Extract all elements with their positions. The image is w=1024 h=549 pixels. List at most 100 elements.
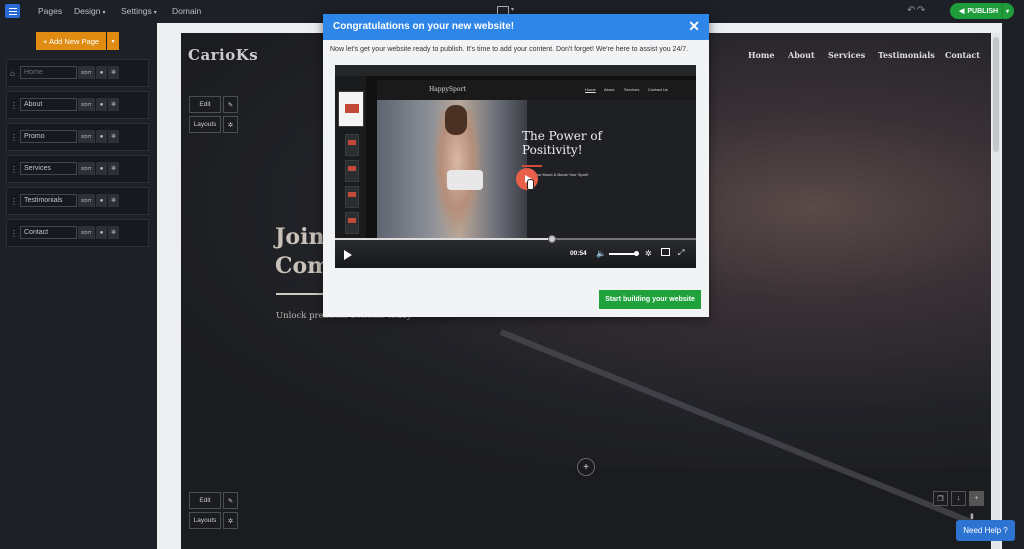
- video-site-preview: HappySport Home About Services Contact U…: [377, 80, 696, 238]
- nav-design-label: Design: [74, 6, 101, 16]
- modal-body-text: Now let's get your website ready to publ…: [330, 46, 689, 53]
- undo-icon[interactable]: ↶: [907, 5, 915, 16]
- site-nav-services[interactable]: Services: [828, 50, 865, 60]
- page-edit-button[interactable]: EDIT: [78, 162, 95, 175]
- nav-pages[interactable]: Pages: [38, 6, 62, 16]
- welcome-modal: Congratulations on your new website! ✕ N…: [323, 14, 709, 317]
- drag-handle-icon[interactable]: ⋮: [10, 101, 18, 110]
- settings-icon[interactable]: ✲: [645, 249, 652, 258]
- page-edit-button[interactable]: EDIT: [78, 226, 95, 239]
- add-new-page-button[interactable]: + Add New Page: [36, 32, 106, 50]
- site-nav-about[interactable]: About: [788, 50, 815, 60]
- redo-icon[interactable]: ↷: [917, 5, 925, 16]
- gear-icon[interactable]: ✲: [108, 66, 119, 79]
- palette-icon[interactable]: ●: [96, 162, 107, 175]
- page-row-services: ⋮ Services EDIT ● ✲: [6, 155, 149, 183]
- need-help-button[interactable]: Need Help ?: [956, 520, 1015, 541]
- section-layouts-button[interactable]: Layouts: [189, 116, 221, 133]
- hero-title-line1[interactable]: Join: [275, 224, 324, 250]
- chevron-down-icon[interactable]: ▾: [1002, 3, 1012, 19]
- fullscreen-icon[interactable]: ⤢: [678, 248, 684, 258]
- video-headline-line1: The Power of: [522, 129, 603, 143]
- video-progress-fill: [335, 238, 552, 240]
- palette-icon[interactable]: ●: [96, 194, 107, 207]
- close-icon[interactable]: ✕: [688, 18, 700, 35]
- gear-icon[interactable]: ✲: [108, 226, 119, 239]
- page-name-input[interactable]: About: [20, 98, 77, 111]
- add-new-page-label: + Add New Page: [42, 36, 100, 46]
- nav-design[interactable]: Design ▾: [74, 6, 105, 16]
- palette-icon[interactable]: ●: [96, 130, 107, 143]
- palette-icon[interactable]: ●: [96, 66, 107, 79]
- gear-icon[interactable]: ✲: [223, 116, 238, 133]
- video-progress-bar[interactable]: [335, 235, 696, 243]
- page-name-input[interactable]: Promo: [20, 130, 77, 143]
- site-nav-home[interactable]: Home: [748, 50, 774, 60]
- page-row-home: ⌂ Home EDIT ● ✲: [6, 59, 149, 87]
- gear-icon[interactable]: ✲: [108, 130, 119, 143]
- menu-icon[interactable]: [5, 4, 20, 18]
- page-name-input[interactable]: Services: [20, 162, 77, 175]
- nav-settings[interactable]: Settings ▾: [121, 6, 157, 16]
- hand-cursor-icon: [527, 179, 534, 190]
- drag-handle-icon[interactable]: ⋮: [10, 197, 18, 206]
- publish-label: PUBLISH: [967, 7, 999, 15]
- gear-icon[interactable]: ✲: [223, 512, 238, 529]
- tutorial-video-player[interactable]: HappySport Home About Services Contact U…: [335, 65, 696, 268]
- page-edit-button[interactable]: EDIT: [78, 98, 95, 111]
- pencil-icon[interactable]: ✎: [223, 492, 238, 509]
- megaphone-icon: ◀: [959, 8, 965, 15]
- video-controls: 00:54 🔈 ✲ ⤢: [335, 235, 696, 268]
- add-section-icon[interactable]: +: [577, 458, 595, 476]
- video-hero-photo: [377, 100, 527, 238]
- palette-icon[interactable]: ●: [96, 226, 107, 239]
- page-edit-button[interactable]: EDIT: [78, 66, 95, 79]
- site-nav-testimonials[interactable]: Testimonials: [878, 50, 935, 60]
- palette-icon[interactable]: ●: [96, 98, 107, 111]
- page-row-about: ⋮ About EDIT ● ✲: [6, 91, 149, 119]
- duplicate-icon[interactable]: ❐: [933, 491, 948, 506]
- nav-settings-label: Settings: [121, 6, 152, 16]
- nav-pages-label: Pages: [38, 6, 63, 16]
- page-name-input[interactable]: Home: [20, 66, 77, 79]
- play-icon[interactable]: [344, 250, 352, 260]
- drag-handle-icon[interactable]: ⋮: [10, 165, 18, 174]
- page-name-input[interactable]: Testimonials: [20, 194, 77, 207]
- section-edit-button[interactable]: Edit: [189, 492, 221, 509]
- publish-button[interactable]: ◀ PUBLISH ▾: [950, 3, 1014, 19]
- video-headline-line2: Positivity!: [522, 143, 583, 157]
- section-layouts-button[interactable]: Layouts: [189, 512, 221, 529]
- video-layout-thumb: [338, 91, 364, 127]
- volume-slider[interactable]: [609, 251, 639, 256]
- chevron-down-icon: ▾: [153, 10, 157, 16]
- page-name-input[interactable]: Contact: [20, 226, 77, 239]
- scrollbar-thumb[interactable]: [993, 37, 999, 152]
- nav-domain[interactable]: Domain: [172, 6, 201, 16]
- chevron-down-icon[interactable]: ▾: [511, 6, 514, 13]
- gear-icon[interactable]: ✲: [108, 98, 119, 111]
- video-progress-knob[interactable]: [547, 235, 556, 243]
- volume-icon[interactable]: 🔈: [596, 249, 606, 258]
- site-nav-contact[interactable]: Contact: [945, 50, 980, 60]
- add-page-dropdown-button[interactable]: ▾: [107, 32, 119, 50]
- section-edit-button[interactable]: Edit: [189, 96, 221, 113]
- page-edit-button[interactable]: EDIT: [78, 194, 95, 207]
- modal-header: Congratulations on your new website! ✕: [323, 14, 709, 40]
- pencil-icon[interactable]: ✎: [223, 96, 238, 113]
- video-layout-thumb: [345, 186, 359, 208]
- arrow-down-icon[interactable]: ↓: [951, 491, 966, 506]
- drag-handle-icon[interactable]: ⋮: [10, 133, 18, 142]
- video-site-nav: HappySport Home About Services Contact U…: [377, 80, 696, 100]
- start-building-button[interactable]: Start building your website: [599, 290, 701, 309]
- video-site-logo: HappySport: [429, 86, 466, 93]
- canvas-scrollbar[interactable]: [992, 33, 1000, 549]
- drag-handle-icon[interactable]: ⋮: [10, 229, 18, 238]
- gear-icon[interactable]: ✲: [108, 194, 119, 207]
- popout-icon[interactable]: [661, 248, 670, 256]
- page-edit-button[interactable]: EDIT: [78, 130, 95, 143]
- add-icon[interactable]: +: [969, 491, 984, 506]
- gear-icon[interactable]: ✲: [108, 162, 119, 175]
- site-logo[interactable]: CarioKs: [188, 46, 258, 64]
- video-layout-thumb: [345, 160, 359, 182]
- video-nav-services: Services: [624, 87, 640, 92]
